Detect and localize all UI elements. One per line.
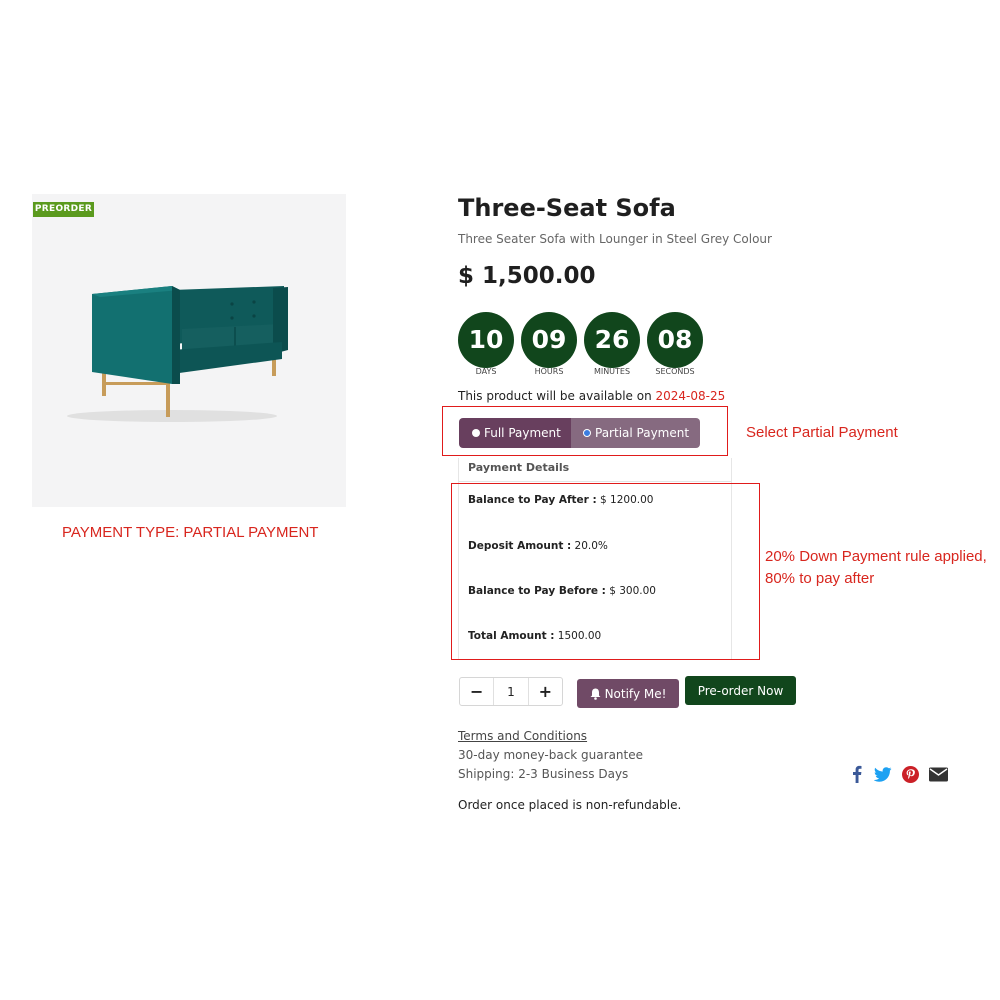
product-price: $ 1,500.00 <box>458 263 596 289</box>
quantity-stepper: − 1 + <box>459 677 563 706</box>
facebook-icon[interactable] <box>850 764 864 784</box>
quantity-minus-button[interactable]: − <box>460 678 493 705</box>
bell-icon <box>590 688 601 700</box>
product-title: Three-Seat Sofa <box>458 194 676 222</box>
full-payment-option[interactable]: Full Payment <box>459 418 571 448</box>
partial-payment-radio[interactable] <box>583 429 591 437</box>
countdown-minutes-value: 26 <box>594 325 630 354</box>
full-payment-radio[interactable] <box>472 429 480 437</box>
down-payment-annotation-line2: 80% to pay after <box>765 570 875 587</box>
down-payment-annotation: 20% Down Payment rule applied, 80% to pa… <box>765 546 987 590</box>
partial-payment-option[interactable]: Partial Payment <box>571 418 700 448</box>
product-subtitle: Three Seater Sofa with Lounger in Steel … <box>458 232 772 246</box>
divider <box>459 481 731 482</box>
preorder-badge: PREORDER <box>33 202 94 217</box>
quantity-input[interactable]: 1 <box>493 678 529 705</box>
product-image <box>32 194 346 507</box>
preorder-now-button[interactable]: Pre-order Now <box>685 676 796 705</box>
quantity-plus-button[interactable]: + <box>529 678 562 705</box>
twitter-icon[interactable] <box>873 764 893 784</box>
guarantee-text: 30-day money-back guarantee <box>458 748 643 762</box>
select-partial-annotation: Select Partial Payment <box>746 424 898 441</box>
payment-type-annotation: PAYMENT TYPE: PARTIAL PAYMENT <box>62 524 319 541</box>
countdown-hours-value: 09 <box>531 325 567 354</box>
full-payment-label: Full Payment <box>484 426 561 440</box>
annotation-box-details <box>451 483 760 660</box>
notify-me-label: Notify Me! <box>604 686 667 701</box>
countdown-seconds-label: SECONDS <box>655 367 695 376</box>
shipping-text: Shipping: 2-3 Business Days <box>458 767 629 781</box>
notify-me-button[interactable]: Notify Me! <box>577 679 679 708</box>
payment-details-heading: Payment Details <box>468 461 570 474</box>
availability-date: 2024-08-25 <box>655 389 726 403</box>
payment-type-toggle: Full Payment Partial Payment <box>459 418 700 448</box>
countdown-days-value: 10 <box>468 325 504 354</box>
email-icon[interactable] <box>928 764 948 784</box>
countdown-hours-label: HOURS <box>534 367 564 376</box>
sofa-illustration <box>67 286 288 422</box>
countdown-seconds-value: 08 <box>657 325 693 354</box>
availability-label: This product will be available on <box>458 389 652 403</box>
down-payment-annotation-line1: 20% Down Payment rule applied, <box>765 548 987 565</box>
availability-text: This product will be available on 2024-0… <box>458 389 725 403</box>
countdown-minutes-label: MINUTES <box>593 367 631 376</box>
pinterest-icon[interactable] <box>900 764 920 784</box>
countdown-days-label: DAYS <box>475 367 497 376</box>
refund-note: Order once placed is non-refundable. <box>458 798 682 812</box>
terms-link[interactable]: Terms and Conditions <box>458 729 587 743</box>
partial-payment-label: Partial Payment <box>595 426 690 440</box>
